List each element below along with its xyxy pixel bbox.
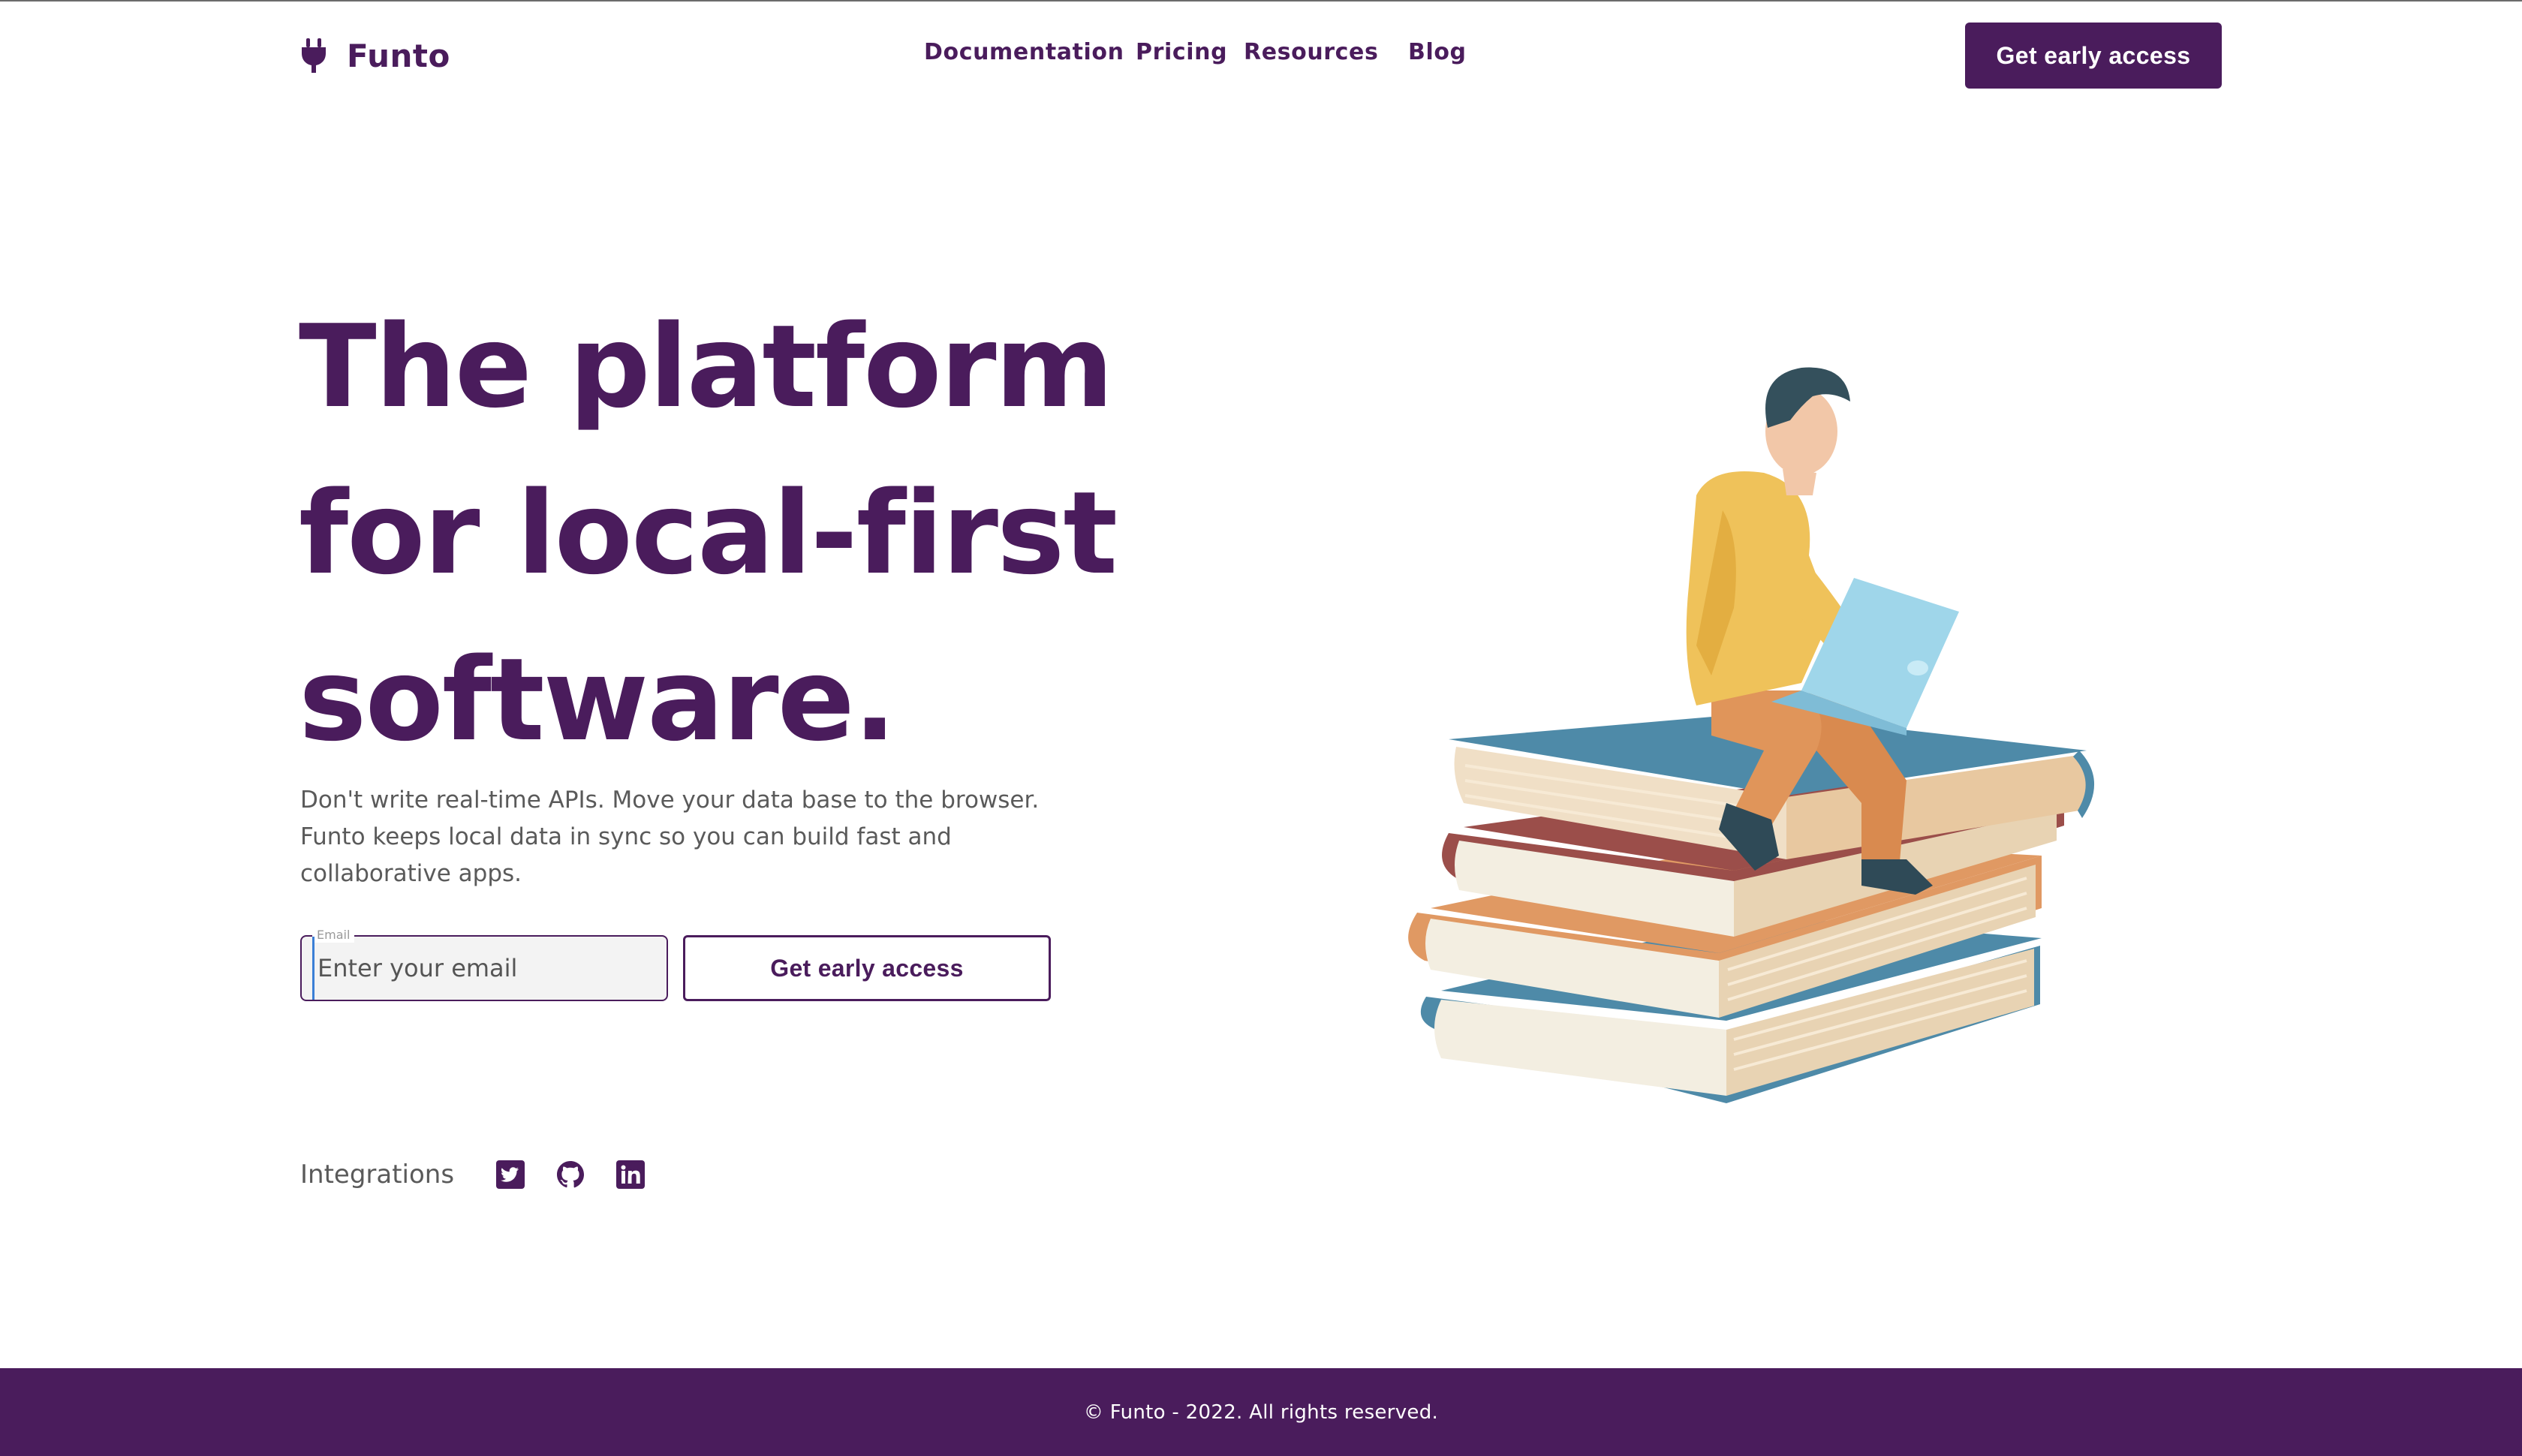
hero-description-line: Don't write real-time APIs. Move your da…	[300, 787, 1040, 814]
integrations-row: Integrations	[300, 1154, 676, 1195]
github-icon[interactable]	[556, 1160, 585, 1189]
email-input[interactable]	[312, 937, 658, 1000]
brand-name: Funto	[347, 37, 450, 74]
hero-title-line: for local-first	[299, 467, 1118, 600]
linkedin-icon[interactable]	[616, 1160, 646, 1189]
top-border	[0, 0, 2522, 2]
hero-title: The platform for local-first software.	[299, 284, 1124, 784]
brand-logo[interactable]: Funto	[300, 33, 450, 78]
signup-get-early-access-button[interactable]: Get early access	[683, 935, 1051, 1001]
site-footer: © Funto - 2022. All rights reserved.	[0, 1368, 2522, 1456]
nav-resources[interactable]: Resources	[1244, 39, 1378, 65]
hero-title-line: software.	[299, 633, 896, 766]
integrations-label: Integrations	[300, 1160, 455, 1190]
hero-description-line: Funto keeps local data in sync so you ca…	[300, 823, 952, 850]
footer-copyright: © Funto - 2022. All rights reserved.	[1083, 1400, 1439, 1424]
nav-blog[interactable]: Blog	[1408, 39, 1467, 65]
hero-title-line: The platform	[299, 300, 1114, 433]
nav-pricing[interactable]: Pricing	[1136, 39, 1227, 65]
header-get-early-access-button[interactable]: Get early access	[1965, 23, 2222, 89]
email-field: Email	[300, 928, 668, 1001]
hero-description: Don't write real-time APIs. Move your da…	[300, 782, 1081, 892]
landing-page: Funto Documentation Pricing Resources Bl…	[0, 0, 2522, 1456]
nav-documentation[interactable]: Documentation	[924, 39, 1124, 65]
plug-icon	[302, 38, 326, 73]
hero-illustration	[1408, 367, 2095, 1103]
twitter-icon[interactable]	[496, 1160, 525, 1189]
hero-description-line: collaborative apps.	[300, 860, 522, 887]
